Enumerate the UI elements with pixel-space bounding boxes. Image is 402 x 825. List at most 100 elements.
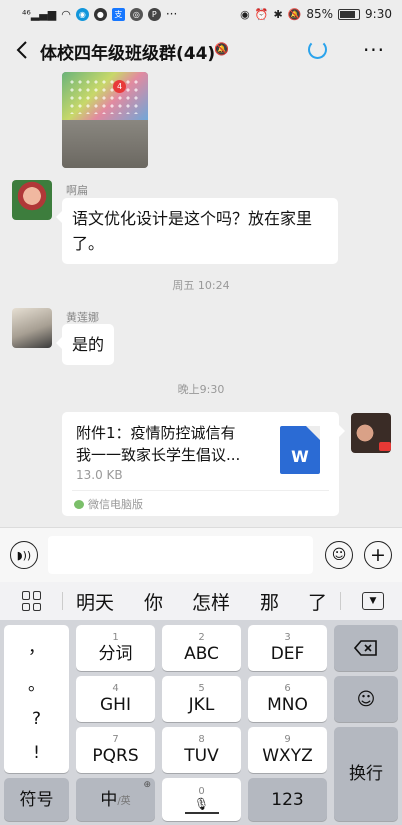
candidate-word[interactable]: 那 xyxy=(260,588,279,615)
globe-icon: ⊕ xyxy=(143,780,151,790)
key-9[interactable]: 9 WXYZ xyxy=(248,727,327,773)
space-bar-icon xyxy=(184,811,219,814)
punctuation-key[interactable]: ? xyxy=(4,709,69,729)
key-label: JKL xyxy=(188,695,215,715)
message-bubble[interactable]: 语文优化设计是这个吗？放在家里了。 xyxy=(56,198,338,264)
punctuation-key[interactable]: ! xyxy=(4,743,69,763)
key-number: 1 xyxy=(112,632,119,643)
key-label: ABC xyxy=(184,644,219,664)
candidate-word[interactable]: 你 xyxy=(144,588,163,615)
timestamp: 晚上9:30 xyxy=(177,383,225,396)
voice-button[interactable]: ◗)) xyxy=(10,541,38,569)
chat-area[interactable]: 4 啊扁 语文优化设计是这个吗？放在家里了。 周五 10:24 黄莲娜 是的 晚… xyxy=(0,72,402,525)
chat-title: 体校四年级班级群(44) xyxy=(40,44,216,64)
avatar[interactable] xyxy=(12,308,52,348)
wifi-icon: ◠ xyxy=(61,7,71,21)
smiley-icon: ☺ xyxy=(331,547,347,563)
avatar[interactable] xyxy=(12,180,52,220)
backspace-icon xyxy=(354,640,377,656)
keyboard: ， 。 ? ! 1 分词 2 ABC 3 DEF 4 GHI 5 JKL 6 MNO ☺ 7… xyxy=(0,620,402,825)
key-6[interactable]: 6 MNO xyxy=(248,676,327,722)
plus-icon: + xyxy=(370,543,386,566)
clock: 9:30 xyxy=(365,7,392,21)
chevron-left-icon xyxy=(16,41,27,59)
loading-icon xyxy=(308,40,327,59)
microphone-icon: 🎙 xyxy=(193,796,210,811)
key-8[interactable]: 8 TUV xyxy=(162,727,241,773)
key-3[interactable]: 3 DEF xyxy=(248,625,327,671)
silent-icon: 🔕 xyxy=(287,7,302,21)
image-message[interactable]: 4 xyxy=(62,72,148,168)
back-button[interactable] xyxy=(10,36,34,64)
key-1[interactable]: 1 分词 xyxy=(76,625,155,671)
candidate-bar: 明天 你 怎样 那 了 ▼ xyxy=(0,582,402,620)
sender-name: 啊扁 xyxy=(66,184,88,197)
key-number: 8 xyxy=(198,734,205,745)
collapse-keyboard-button[interactable]: ▼ xyxy=(362,592,384,610)
backspace-key[interactable] xyxy=(334,625,398,671)
word-icon-letter: W xyxy=(291,447,309,466)
symbol-key[interactable]: 符号 xyxy=(4,778,69,821)
file-name: 附件1：疫情防控诚信有 我一一致家长学生倡议... xyxy=(76,422,266,466)
punctuation-key[interactable]: 。 xyxy=(4,670,69,695)
key-number: 6 xyxy=(284,683,291,694)
message-bubble[interactable]: 是的 xyxy=(55,324,115,365)
candidate-word[interactable]: 怎样 xyxy=(192,588,230,615)
divider xyxy=(62,592,63,610)
signal-icon: ⁴⁶▂▄▆ xyxy=(22,7,57,21)
space-key[interactable]: 0 🎙 xyxy=(162,778,241,821)
wechat-icon xyxy=(74,499,84,509)
bluetooth-icon: ✱ xyxy=(273,7,283,21)
sender-name: 黄莲娜 xyxy=(66,311,99,324)
file-message-card[interactable]: 附件1：疫情防控诚信有 我一一致家长学生倡议... 13.0 KB W 微信电脑… xyxy=(62,412,345,516)
enter-key[interactable]: 换行 xyxy=(334,727,398,821)
key-label: 符号 xyxy=(19,789,54,810)
file-source-label: 微信电脑版 xyxy=(88,498,143,511)
key-number: 7 xyxy=(112,734,119,745)
key-label: WXYZ xyxy=(262,746,313,766)
file-name-line: 附件1：疫情防控诚信有 xyxy=(76,424,236,442)
smiley-icon: ☺ xyxy=(356,688,376,710)
alarm-icon: ⏰ xyxy=(254,7,269,21)
language-switch-key[interactable]: 中/英 ⊕ xyxy=(76,778,155,821)
p-icon: P xyxy=(147,7,161,21)
key-number: 2 xyxy=(198,632,205,643)
my-avatar[interactable] xyxy=(351,413,391,453)
emoji-button[interactable]: ☺ xyxy=(325,541,353,569)
eye-icon: ◉ xyxy=(240,7,250,21)
key-label: 中 xyxy=(100,789,118,810)
key-7[interactable]: 7 PQRS xyxy=(76,727,155,773)
punctuation-key[interactable]: ， xyxy=(4,633,69,658)
key-number: 0 xyxy=(198,785,205,797)
app-icon: ◎ xyxy=(129,7,143,21)
grid-menu-icon[interactable] xyxy=(22,591,42,611)
key-label: GHI xyxy=(100,695,131,715)
key-number: 4 xyxy=(112,683,119,694)
chevron-down-icon: ▼ xyxy=(369,596,377,606)
divider xyxy=(340,592,341,610)
key-label: MNO xyxy=(267,695,308,715)
message-input[interactable] xyxy=(48,536,313,574)
battery-fill xyxy=(340,10,356,18)
mute-icon: 🔕 xyxy=(214,42,229,56)
candidate-word[interactable]: 了 xyxy=(308,588,327,615)
image-top: 4 xyxy=(62,72,148,120)
chat-more-button[interactable]: ··· xyxy=(360,36,388,64)
number-key[interactable]: 123 xyxy=(248,778,327,821)
status-bar: ⁴⁶▂▄▆ ◠ ◉ ● 支 ◎ P ··· ◉ ⏰ ✱ 🔕 85% 9:30 xyxy=(0,0,402,28)
key-2[interactable]: 2 ABC xyxy=(162,625,241,671)
emoji-key[interactable]: ☺ xyxy=(334,676,398,722)
avatar-badge xyxy=(379,442,391,451)
candidate-word[interactable]: 明天 xyxy=(76,588,114,615)
more-functions-button[interactable]: + xyxy=(364,541,392,569)
qq-icon: ◉ xyxy=(75,7,89,21)
key-label: 分词 xyxy=(98,644,133,664)
punctuation-column[interactable]: ， 。 ? ! xyxy=(4,625,69,773)
word-document-icon: W xyxy=(280,426,320,474)
key-number: 9 xyxy=(284,734,291,745)
status-bar-right: ◉ ⏰ ✱ 🔕 85% 9:30 xyxy=(240,7,392,21)
status-bar-left: ⁴⁶▂▄▆ ◠ ◉ ● 支 ◎ P ··· xyxy=(22,7,177,21)
divider xyxy=(72,490,329,491)
key-4[interactable]: 4 GHI xyxy=(76,676,155,722)
key-5[interactable]: 5 JKL xyxy=(162,676,241,722)
